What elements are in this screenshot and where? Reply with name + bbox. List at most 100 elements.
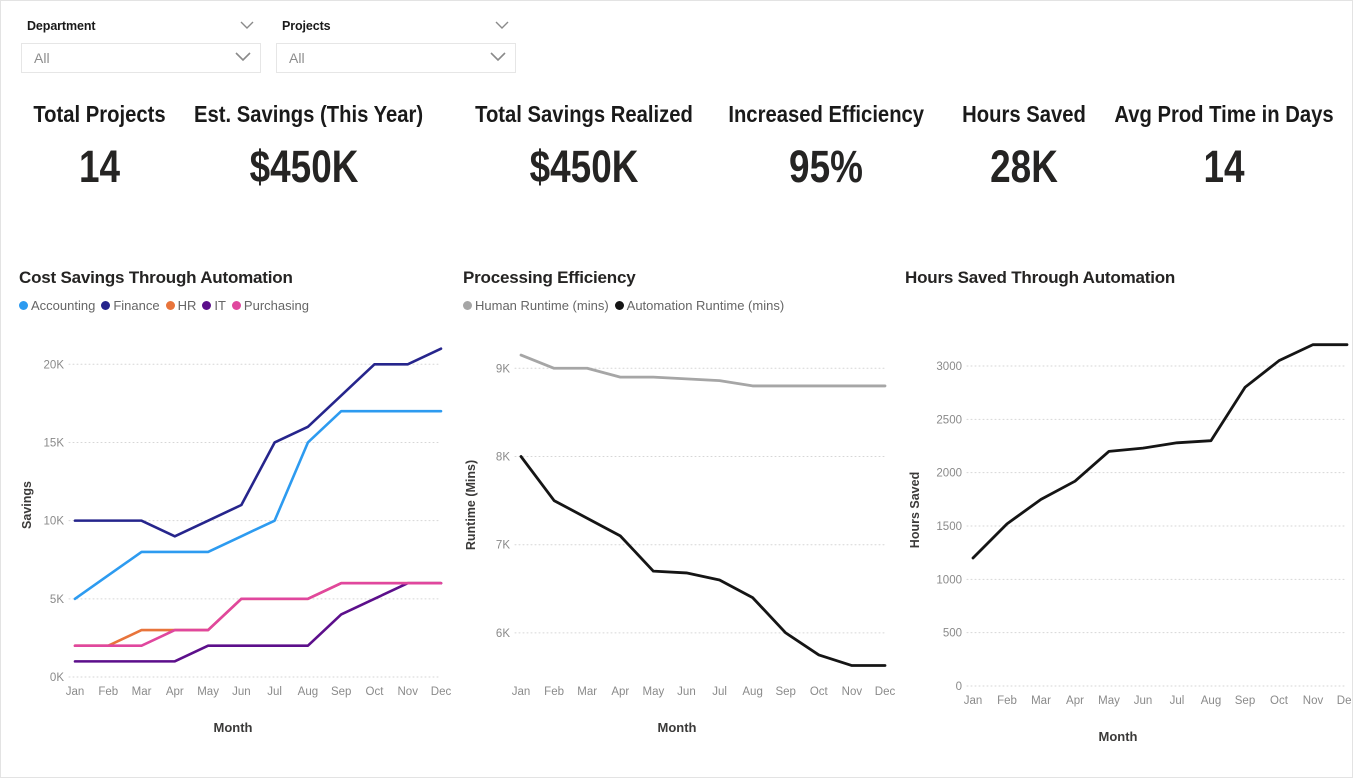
kpi-card-total-savings-realized[interactable]: Total Savings Realized $450K — [459, 99, 709, 193]
x-axis-tick-label: Apr — [166, 686, 184, 698]
y-axis-tick-label: 6K — [496, 628, 510, 640]
kpi-row: Total Projects 14 Est. Savings (This Yea… — [1, 99, 1352, 229]
kpi-card-increased-efficiency[interactable]: Increased Efficiency 95% — [715, 99, 937, 193]
legend-item[interactable]: Accounting — [19, 298, 95, 313]
x-axis-tick-label: Apr — [611, 686, 629, 698]
kpi-card-est-savings[interactable]: Est. Savings (This Year) $450K — [179, 99, 429, 193]
y-axis-tick-label: 8K — [496, 451, 510, 463]
legend-item[interactable]: IT — [202, 298, 226, 313]
slicer-projects-dropdown[interactable]: All — [276, 43, 516, 73]
y-axis-title: Savings — [20, 481, 34, 529]
slicer-department[interactable]: Department All — [21, 15, 261, 73]
x-axis-title: Month — [657, 720, 697, 735]
kpi-card-hours-saved[interactable]: Hours Saved 28K — [945, 99, 1103, 193]
y-axis-tick-label: 9K — [496, 363, 510, 375]
series-line[interactable] — [73, 581, 443, 663]
series-line[interactable] — [73, 409, 443, 601]
legend-item[interactable]: Finance — [101, 298, 160, 313]
x-axis-tick-label: Feb — [98, 686, 118, 698]
chart-hours-saved[interactable]: Hours Saved Through Automation 0 500 1000 1… — [899, 256, 1351, 771]
x-axis-tick-label: Oct — [366, 686, 385, 698]
legend-item[interactable]: HR — [165, 298, 196, 313]
slicer-projects[interactable]: Projects All — [276, 15, 516, 73]
x-axis-tick-label: Mar — [577, 686, 597, 698]
chart-legend[interactable]: Accounting Finance HR IT Purchasing — [19, 298, 453, 313]
chevron-down-icon[interactable] — [234, 49, 252, 67]
chart-cost-savings[interactable]: Cost Savings Through Automation Accounti… — [13, 256, 453, 771]
legend-item[interactable]: Purchasing — [231, 298, 309, 313]
series-line[interactable] — [519, 353, 887, 388]
chart-processing-efficiency[interactable]: Processing Efficiency Human Runtime (min… — [457, 256, 897, 771]
x-axis-tick-label: Jun — [1134, 695, 1153, 707]
x-axis-title: Month — [213, 720, 253, 735]
x-axis-tick-label: Aug — [298, 686, 318, 698]
y-axis-tick-label: 1500 — [936, 521, 962, 533]
line-chart-svg: 0 500 1000 1500 2000 2500 3000 Hours Saved Jan Fe… — [908, 343, 1351, 707]
y-axis-tick-label: 0 — [956, 681, 962, 693]
kpi-label: Est. Savings (This Year) — [194, 101, 424, 127]
chart-title: Hours Saved Through Automation — [905, 268, 1176, 287]
y-axis-title: Hours Saved — [908, 472, 922, 548]
x-axis-tick-label: Nov — [1303, 695, 1324, 707]
kpi-value: 95% — [789, 141, 863, 192]
y-axis-tick-label: 20K — [44, 359, 65, 371]
x-axis-tick-label: Aug — [1201, 695, 1221, 707]
legend-label: Accounting — [31, 298, 96, 313]
x-axis-tick-label: Nov — [398, 686, 419, 698]
slicer-department-value: All — [34, 50, 50, 66]
x-axis-tick-label: Oct — [810, 686, 829, 698]
x-axis-tick-label: Nov — [842, 686, 863, 698]
legend-item[interactable]: Human Runtime (mins) — [463, 298, 609, 313]
y-axis-title: Runtime (Mins) — [464, 460, 478, 550]
chart-legend[interactable]: Human Runtime (mins) Automation Runtime (… — [463, 298, 897, 313]
x-axis-tick-label: Sep — [1235, 695, 1255, 707]
kpi-value: 14 — [78, 141, 121, 192]
y-axis-tick-label: 15K — [44, 437, 65, 449]
x-axis-tick-label: Dec — [875, 686, 896, 698]
kpi-label: Total Savings Realized — [475, 101, 693, 127]
chart-plot-area[interactable]: 0K 5K 10K 15K 20K Savings Jan Feb Mar Apr May Jun Ju… — [13, 319, 453, 719]
x-axis-tick-label: Sep — [775, 686, 795, 698]
x-axis-tick-label: Mar — [132, 686, 152, 698]
slicer-department-title: Department — [27, 19, 96, 33]
x-axis-tick-label: Mar — [1031, 695, 1051, 707]
legend-swatch-icon — [231, 301, 241, 310]
legend-label: IT — [214, 298, 226, 313]
legend-label: Finance — [113, 298, 160, 313]
series-line[interactable] — [519, 455, 887, 667]
slicer-department-dropdown[interactable]: All — [21, 43, 261, 73]
chevron-down-icon[interactable] — [494, 17, 510, 35]
chart-title: Processing Efficiency — [463, 268, 636, 287]
slicer-projects-header: Projects — [276, 15, 516, 37]
line-chart-svg: 6K 7K 8K 9K Runtime (Mins) Jan Feb Mar Apr May Jun… — [464, 353, 896, 698]
legend-label: Purchasing — [243, 298, 309, 313]
chevron-down-icon[interactable] — [239, 17, 255, 35]
slicer-department-header: Department — [21, 15, 261, 37]
x-axis-tick-label: May — [197, 686, 219, 698]
legend-label: Automation Runtime (mins) — [626, 298, 785, 313]
chevron-down-icon[interactable] — [489, 49, 507, 67]
x-axis-tick-label: May — [1098, 695, 1120, 707]
kpi-card-total-projects[interactable]: Total Projects 14 — [17, 99, 182, 193]
kpi-value: $450K — [529, 141, 639, 192]
slicer-projects-title: Projects — [282, 19, 331, 33]
x-axis-tick-label: Jan — [512, 686, 531, 698]
x-axis-tick-label: Jul — [267, 686, 282, 698]
kpi-card-avg-prod-time[interactable]: Avg Prod Time in Days 14 — [1099, 99, 1349, 193]
line-chart-svg: 0K 5K 10K 15K 20K Savings Jan Feb Mar Apr May Jun Ju… — [20, 347, 452, 698]
kpi-value: 28K — [990, 141, 1058, 192]
y-axis-tick-label: 3000 — [936, 361, 962, 373]
legend-swatch-icon — [165, 301, 175, 310]
x-axis-tick-label: Dec — [1337, 695, 1351, 707]
slicer-projects-value: All — [289, 50, 305, 66]
chart-plot-area[interactable]: 6K 7K 8K 9K Runtime (Mins) Jan Feb Mar Apr May Jun… — [457, 319, 897, 719]
legend-swatch-icon — [101, 301, 111, 310]
x-axis-tick-label: Feb — [997, 695, 1017, 707]
slicer-row: Department All Projects All — [1, 1, 1352, 87]
chart-legend[interactable] — [905, 298, 1351, 314]
x-axis-tick-label: Dec — [431, 686, 452, 698]
legend-item[interactable]: Automation Runtime (mins) — [614, 298, 785, 313]
chart-title: Cost Savings Through Automation — [19, 268, 293, 287]
x-axis-tick-label: Jun — [677, 686, 696, 698]
chart-plot-area[interactable]: 0 500 1000 1500 2000 2500 3000 Hours Saved Jan Fe… — [899, 320, 1351, 728]
